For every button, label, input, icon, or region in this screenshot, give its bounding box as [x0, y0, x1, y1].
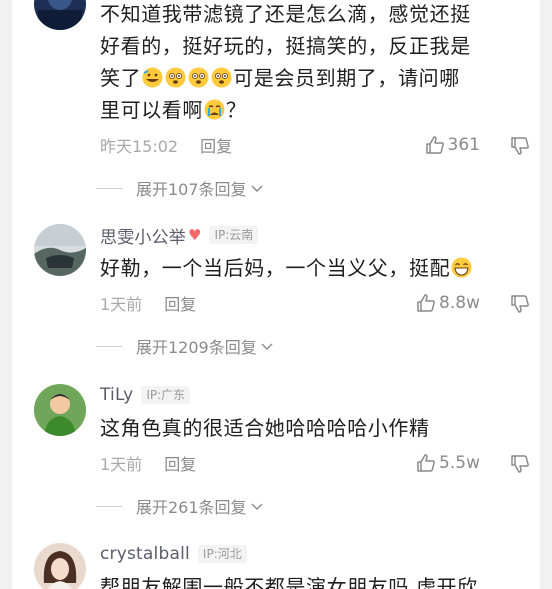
dislike-button[interactable] [510, 454, 530, 478]
comment-body: TiLy IP:广东 这角色真的很适合她哈哈哈哈小作精 1天前 回复 5.5w … [96, 382, 532, 520]
chevron-down-icon [261, 343, 273, 350]
comment-meta: 1天前 回复 8.8w [100, 288, 532, 318]
heart-icon: ♥ [188, 226, 202, 244]
text-segment: 里可以看啊 [100, 98, 203, 122]
chevron-down-icon [251, 503, 263, 510]
thumbs-up-icon [425, 136, 444, 154]
divider-dash [96, 505, 122, 507]
expand-label: 展开107条回复 [136, 180, 247, 199]
comment-text-line-4: 里可以看啊 ？ [100, 94, 532, 126]
divider-dash [96, 345, 122, 347]
username[interactable]: TiLy [100, 385, 133, 405]
flushed-emoji [211, 65, 232, 88]
avatar[interactable] [34, 224, 86, 276]
like-button[interactable]: 5.5w [416, 453, 480, 473]
like-count: 5.5w [439, 453, 480, 473]
avatar[interactable] [34, 384, 86, 436]
flushed-emoji [188, 65, 209, 88]
text-segment: 好勒，一个当后妈，一个当义父，挺配 [100, 256, 451, 280]
comment-text: 好勒，一个当后妈，一个当义父，挺配 [100, 252, 532, 284]
comment-item: crystalball IP:河北 帮朋友解围一般不都是演女朋友吗 虚开欣 [20, 541, 532, 589]
divider-dash [96, 187, 122, 189]
comment-body: crystalball IP:河北 帮朋友解围一般不都是演女朋友吗 虚开欣 [100, 541, 532, 589]
timestamp: 昨天15:02 [100, 137, 179, 156]
like-count: 361 [447, 135, 480, 155]
text-segment: ？ [226, 98, 247, 122]
expand-replies[interactable]: 展开1209条回复 [96, 332, 532, 360]
comment-meta: 1天前 回复 5.5w [100, 448, 532, 478]
text-segment: 笑了 [100, 66, 142, 90]
comment-feed: 不知道我带滤镜了还是怎么滴，感觉还挺 好看的，挺好玩的，挺搞笑的，反正我是 笑了… [0, 0, 552, 589]
expand-replies[interactable]: 展开107条回复 [96, 174, 532, 202]
comment-header: 思雯小公举 ♥ IP:云南 [100, 222, 532, 248]
timestamp: 1天前 [100, 295, 143, 314]
expand-label: 展开261条回复 [136, 498, 247, 517]
like-button[interactable]: 8.8w [416, 293, 480, 313]
reply-button[interactable]: 回复 [164, 451, 196, 475]
username[interactable]: crystalball [100, 544, 190, 564]
comment-text-line-1: 不知道我带滤镜了还是怎么滴，感觉还挺 [100, 2, 471, 26]
thumbs-up-icon [417, 454, 435, 472]
avatar[interactable] [34, 543, 86, 589]
like-button[interactable]: 361 [425, 135, 480, 155]
comment-text: 帮朋友解围一般不都是演女朋友吗 虚开欣 [100, 575, 478, 589]
thumbs-down-icon [511, 455, 529, 473]
like-count: 8.8w [439, 293, 480, 313]
comment-body: 思雯小公举 ♥ IP:云南 好勒，一个当后妈，一个当义父，挺配 1天前 回复 8… [96, 222, 532, 360]
comment-text-line-3: 笑了 可是会员到期了，请问哪 [100, 62, 532, 94]
thumbs-up-icon [417, 294, 435, 312]
comment-item: 不知道我带滤镜了还是怎么滴，感觉还挺 好看的，挺好玩的，挺搞笑的，反正我是 笑了… [20, 0, 532, 199]
grin-emoji [451, 255, 472, 278]
comment-text-line-2: 好看的，挺好玩的，挺搞笑的，反正我是 [100, 34, 471, 58]
comment-meta: 昨天15:02 回复 361 [100, 130, 532, 160]
ip-location-tag: IP:广东 [141, 386, 191, 404]
left-gutter [0, 0, 12, 589]
text-segment: 可是会员到期了，请问哪 [233, 66, 460, 90]
flushed-emoji [165, 65, 186, 88]
expand-label: 展开1209条回复 [136, 338, 257, 357]
comment-header: TiLy IP:广东 [100, 382, 532, 408]
username[interactable]: 思雯小公举 [100, 223, 186, 248]
comment-text: 这角色真的很适合她哈哈哈哈小作精 [100, 416, 430, 440]
thumbs-down-icon [511, 295, 529, 313]
ip-location-tag: IP:云南 [209, 226, 259, 244]
avatar[interactable] [34, 0, 86, 30]
timestamp: 1天前 [100, 455, 143, 474]
crying-emoji [204, 97, 225, 120]
expand-replies[interactable]: 展开261条回复 [96, 492, 532, 520]
reply-button[interactable]: 回复 [164, 291, 196, 315]
comment-body: 不知道我带滤镜了还是怎么滴，感觉还挺 好看的，挺好玩的，挺搞笑的，反正我是 笑了… [96, 0, 532, 202]
reply-button[interactable]: 回复 [200, 133, 232, 157]
thumbs-down-icon [511, 137, 529, 155]
ip-location-tag: IP:河北 [197, 545, 247, 563]
dislike-button[interactable] [510, 294, 530, 318]
right-gutter [540, 0, 552, 589]
dislike-button[interactable] [510, 136, 530, 160]
comment-item: TiLy IP:广东 这角色真的很适合她哈哈哈哈小作精 1天前 回复 5.5w … [20, 382, 532, 522]
comment-header: crystalball IP:河北 [100, 541, 532, 567]
rofl-emoji [142, 65, 163, 88]
comment-item: 思雯小公举 ♥ IP:云南 好勒，一个当后妈，一个当义父，挺配 1天前 回复 8… [20, 222, 532, 362]
chevron-down-icon [251, 185, 263, 192]
